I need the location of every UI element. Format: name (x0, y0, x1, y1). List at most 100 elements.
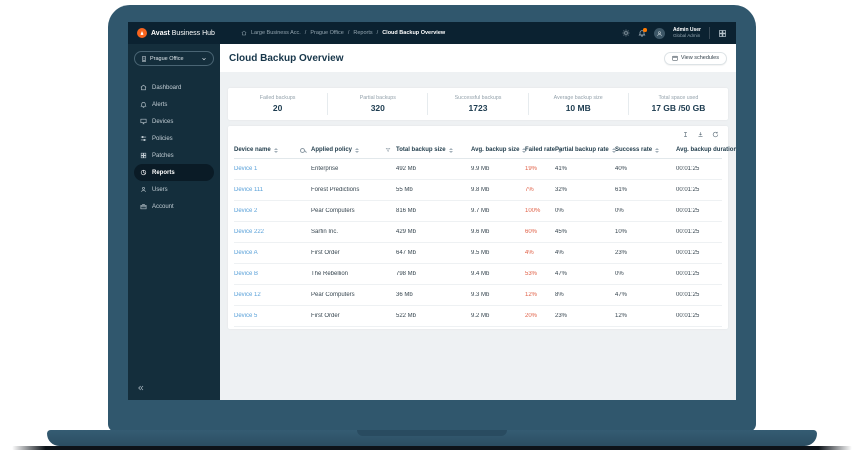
stat-value: 20 (228, 103, 327, 113)
device-name-link[interactable]: Device B (234, 271, 311, 277)
sidebar-item-patches[interactable]: Patches (134, 147, 214, 164)
view-schedules-label: View schedules (681, 55, 719, 61)
notifications-bell-icon[interactable] (638, 29, 646, 37)
partial-backup-rate-cell: 4% (555, 250, 615, 256)
stat-total-space-used: Total space used 17 GB /50 GB (628, 93, 728, 116)
gear-icon[interactable] (622, 29, 630, 37)
sort-icon[interactable] (274, 148, 278, 153)
total-backup-size-cell: 55 Mb (396, 187, 471, 193)
table-row: Device 5 First Order 522 Mb 9.2 Mb 20% 2… (234, 306, 722, 327)
device-name-link[interactable]: Device 2 (234, 208, 311, 214)
sidebar-item-account[interactable]: Account (134, 198, 214, 215)
column-header-device-name[interactable]: Device name (234, 147, 300, 153)
monitor-icon (140, 118, 147, 125)
device-name-link[interactable]: Device 5 (234, 313, 311, 319)
table-density-icon[interactable] (682, 131, 689, 138)
applied-policy-cell: Forest Predictions (311, 187, 396, 193)
calendar-icon (672, 55, 678, 61)
total-backup-size-cell: 429 Mb (396, 229, 471, 235)
sort-icon[interactable] (449, 148, 453, 153)
avg-backup-duration-cell: 00:01:25 (676, 187, 722, 193)
applied-policy-cell: Enterprise (311, 166, 396, 172)
org-selector[interactable]: Prague Office (134, 51, 214, 66)
stat-average-backup-size: Average backup size 10 MB (528, 93, 628, 116)
applied-policy-cell: First Order (311, 250, 396, 256)
stats-card: Failed backups 20 Partial backups 320 Su… (228, 88, 728, 120)
table-body: Device 1 Enterprise 492 Mb 9.9 Mb 19% 41… (234, 159, 722, 327)
sidebar-item-label: Account (152, 204, 174, 210)
laptop-base-notch (357, 430, 507, 436)
sidebar-item-label: Patches (152, 153, 174, 159)
device-name-link[interactable]: Device 12 (234, 292, 311, 298)
total-backup-size-cell: 492 Mb (396, 166, 471, 172)
sort-icon[interactable] (655, 148, 659, 153)
breadcrumb-item[interactable]: Prague Office (310, 30, 344, 36)
avg-backup-duration-cell: 00:01:25 (676, 292, 722, 298)
user-block[interactable]: Admin User Global Admin (673, 27, 701, 39)
device-name-link[interactable]: Device 222 (234, 229, 311, 235)
column-header-success-rate[interactable]: Success rate (615, 147, 676, 153)
stat-successful-backups: Successful backups 1723 (427, 93, 527, 116)
column-header-avg-backup-size[interactable]: Avg. backup size (471, 147, 525, 153)
column-header-avg-backup-duration[interactable]: Avg. backup duration (676, 147, 736, 153)
column-header-applied-policy[interactable]: Applied policy (311, 147, 385, 153)
page-header: Cloud Backup Overview View schedules (220, 44, 736, 72)
breadcrumb-separator: / (348, 30, 350, 36)
applied-policy-cell: Pear Computers (311, 292, 396, 298)
column-header-partial-backup-rate[interactable]: Partial backup rate (555, 147, 615, 153)
refresh-icon[interactable] (712, 131, 719, 138)
stat-failed-backups: Failed backups 20 (228, 93, 327, 116)
partial-backup-rate-cell: 0% (555, 208, 615, 214)
avg-backup-duration-cell: 00:01:25 (676, 313, 722, 319)
breadcrumb-item[interactable]: Reports (353, 30, 372, 36)
sidebar-item-policies[interactable]: Policies (134, 130, 214, 147)
page-title: Cloud Backup Overview (229, 53, 343, 64)
avatar[interactable] (654, 28, 665, 39)
pie-chart-icon (140, 169, 147, 176)
breadcrumb-separator: / (377, 30, 379, 36)
total-backup-size-cell: 816 Mb (396, 208, 471, 214)
sidebar-item-users[interactable]: Users (134, 181, 214, 198)
brand-name: Avast Business Hub (151, 30, 215, 37)
failed-rate-cell: 100% (525, 208, 555, 214)
sidebar-item-reports[interactable]: Reports (134, 164, 214, 181)
sort-icon[interactable] (355, 148, 359, 153)
sidebar-item-alerts[interactable]: Alerts (134, 96, 214, 113)
partial-backup-rate-cell: 41% (555, 166, 615, 172)
collapse-chevrons-icon[interactable] (137, 384, 145, 392)
column-header-total-backup-size[interactable]: Total backup size (396, 147, 471, 153)
topbar: Avast Business Hub Large Business Acc. /… (128, 22, 736, 44)
total-backup-size-cell: 798 Mb (396, 271, 471, 277)
home-breadcrumb-icon[interactable] (241, 30, 247, 36)
column-header-failed-rate[interactable]: Failed rate (525, 147, 555, 153)
patches-grid-icon (140, 152, 147, 159)
view-schedules-button[interactable]: View schedules (664, 52, 727, 65)
chevron-down-icon (201, 56, 207, 62)
avg-backup-duration-cell: 00:01:25 (676, 166, 722, 172)
sidebar-item-dashboard[interactable]: Dashboard (134, 79, 214, 96)
apps-grid-icon[interactable] (718, 29, 727, 38)
success-rate-cell: 61% (615, 187, 676, 193)
avg-backup-size-cell: 9.9 Mb (471, 166, 525, 172)
avg-backup-size-cell: 9.3 Mb (471, 292, 525, 298)
topbar-divider (709, 27, 710, 39)
funnel-icon[interactable] (385, 147, 396, 153)
breadcrumb-separator: / (305, 30, 307, 36)
user-role: Global Admin (673, 33, 701, 39)
applied-policy-cell: The Rebellion (311, 271, 396, 277)
brand-logo[interactable]: Avast Business Hub (137, 28, 215, 38)
device-name-link[interactable]: Device 111 (234, 187, 311, 193)
breadcrumb-item[interactable]: Large Business Acc. (251, 30, 301, 36)
device-name-link[interactable]: Device A (234, 250, 311, 256)
applied-policy-cell: First Order (311, 313, 396, 319)
search-icon[interactable] (300, 148, 311, 153)
person-icon (140, 186, 147, 193)
table-header-row: Device name Applied policy Total backup … (234, 142, 722, 159)
download-icon[interactable] (697, 131, 704, 138)
failed-rate-cell: 19% (525, 166, 555, 172)
failed-rate-cell: 12% (525, 292, 555, 298)
building-icon (141, 56, 147, 62)
device-name-link[interactable]: Device 1 (234, 166, 311, 172)
table-row: Device 1 Enterprise 492 Mb 9.9 Mb 19% 41… (234, 159, 722, 180)
sidebar-item-devices[interactable]: Devices (134, 113, 214, 130)
